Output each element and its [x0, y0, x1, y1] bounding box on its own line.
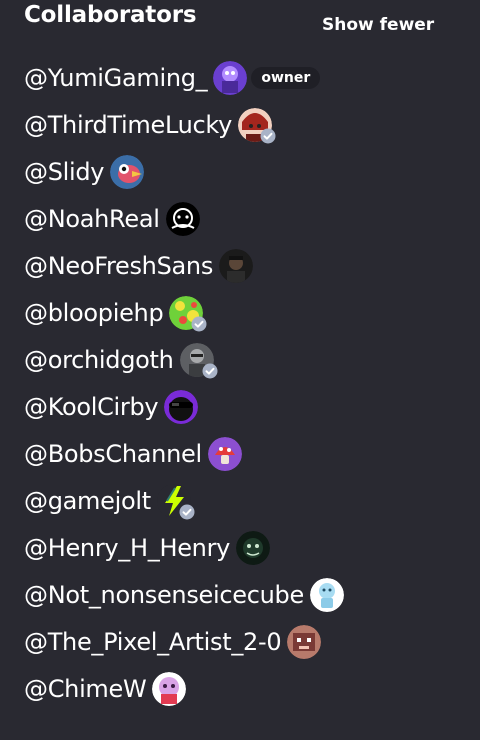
collaborator-handle[interactable]: @ThirdTimeLucky — [24, 111, 232, 139]
collaborator-handle[interactable]: @Slidy — [24, 158, 105, 186]
collaborator-avatar[interactable] — [152, 671, 187, 706]
collaborator-handle[interactable]: @orchidgoth — [24, 346, 174, 374]
black-white-avatar — [165, 201, 200, 236]
collaborator-avatar[interactable] — [169, 295, 207, 331]
collaborator-item[interactable]: @KoolCirby — [24, 383, 344, 430]
collaborator-item[interactable]: @The_Pixel_Artist_2-0 — [24, 618, 344, 665]
purple-sunglasses-avatar — [164, 389, 199, 424]
collaborator-avatar[interactable] — [309, 577, 344, 612]
purple-mushroom-avatar — [207, 436, 242, 471]
collaborator-item[interactable]: @Not_nonsenseicecube — [24, 571, 344, 618]
collaborator-item[interactable]: @bloopiehp — [24, 289, 344, 336]
collaborator-handle[interactable]: @Henry_H_Henry — [24, 534, 230, 562]
collaborator-handle[interactable]: @The_Pixel_Artist_2-0 — [24, 628, 282, 656]
collaborator-item[interactable]: @Henry_H_Henry — [24, 524, 344, 571]
collaborator-handle[interactable]: @bloopiehp — [24, 299, 164, 327]
collaborator-item[interactable]: @orchidgoth — [24, 336, 344, 383]
collaborator-avatar[interactable] — [165, 201, 200, 236]
collaborator-avatar[interactable] — [219, 248, 254, 283]
collaborator-avatar[interactable] — [164, 389, 199, 424]
show-fewer-button[interactable]: Show fewer — [322, 15, 434, 35]
collaborator-item[interactable]: @NoahReal — [24, 195, 344, 242]
collaborator-avatar[interactable] — [179, 342, 218, 378]
collaborator-item[interactable]: @Slidy — [24, 148, 344, 195]
collaborator-avatar[interactable] — [213, 60, 248, 95]
collaborator-handle[interactable]: @YumiGaming_ — [24, 64, 208, 92]
collaborator-item[interactable]: @ChimeW — [24, 665, 344, 712]
collaborator-handle[interactable]: @NoahReal — [24, 205, 160, 233]
collaborator-handle[interactable]: @BobsChannel — [24, 440, 202, 468]
collaborator-avatar[interactable] — [110, 154, 145, 189]
collaborator-item[interactable]: @ThirdTimeLucky — [24, 101, 344, 148]
dark-figure-avatar — [219, 248, 254, 283]
collaborator-item[interactable]: @NeoFreshSans — [24, 242, 344, 289]
owner-badge: owner — [251, 66, 321, 89]
collaborator-handle[interactable]: @ChimeW — [24, 675, 147, 703]
purple-character-avatar — [213, 60, 248, 95]
collaborator-avatar[interactable] — [238, 107, 276, 143]
collaborators-list: @YumiGaming_ owner @ThirdTimeLucky @Slidy @N… — [24, 54, 344, 712]
collaborator-handle[interactable]: @NeoFreshSans — [24, 252, 213, 280]
pink-character-avatar — [152, 671, 187, 706]
bird-avatar — [110, 154, 145, 189]
collaborator-item[interactable]: @BobsChannel — [24, 430, 344, 477]
verified-badge-icon — [179, 504, 195, 520]
collaborator-handle[interactable]: @KoolCirby — [24, 393, 159, 421]
dark-green-avatar — [236, 530, 271, 565]
collaborators-heading: Collaborators — [24, 2, 197, 28]
collaborator-handle[interactable]: @gamejolt — [24, 487, 151, 515]
collaborator-item[interactable]: @YumiGaming_ owner — [24, 54, 344, 101]
collaborator-avatar[interactable] — [156, 483, 195, 519]
collaborator-avatar[interactable] — [236, 530, 271, 565]
collaborator-item[interactable]: @gamejolt — [24, 477, 344, 524]
pixel-creature-avatar — [287, 624, 322, 659]
verified-badge-icon — [260, 128, 276, 144]
collaborators-panel: Collaborators Show fewer @YumiGaming_ own… — [0, 0, 480, 740]
collaborator-avatar[interactable] — [207, 436, 242, 471]
verified-badge-icon — [191, 316, 207, 332]
collaborator-avatar[interactable] — [287, 624, 322, 659]
verified-badge-icon — [202, 363, 218, 379]
ice-cube-avatar — [309, 577, 344, 612]
collaborator-handle[interactable]: @Not_nonsenseicecube — [24, 581, 304, 609]
